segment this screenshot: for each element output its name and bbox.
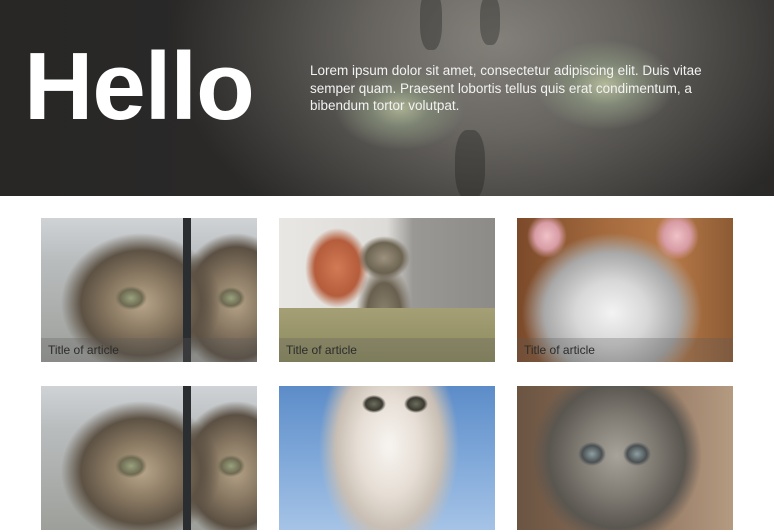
- hero-text: Lorem ipsum dolor sit amet, consectetur …: [310, 63, 702, 113]
- article-title[interactable]: Title of article: [41, 338, 257, 362]
- hero-banner: Hello Lorem ipsum dolor sit amet, consec…: [0, 0, 774, 196]
- article-title[interactable]: Title of article: [517, 338, 733, 362]
- article-card[interactable]: [41, 386, 257, 530]
- article-card[interactable]: [279, 386, 495, 530]
- article-title[interactable]: Title of article: [279, 338, 495, 362]
- article-card[interactable]: Title of article: [41, 218, 257, 362]
- article-card[interactable]: Title of article: [279, 218, 495, 362]
- article-card[interactable]: [517, 386, 733, 530]
- hero-title: Hello: [24, 33, 255, 140]
- article-card[interactable]: Title of article: [517, 218, 733, 362]
